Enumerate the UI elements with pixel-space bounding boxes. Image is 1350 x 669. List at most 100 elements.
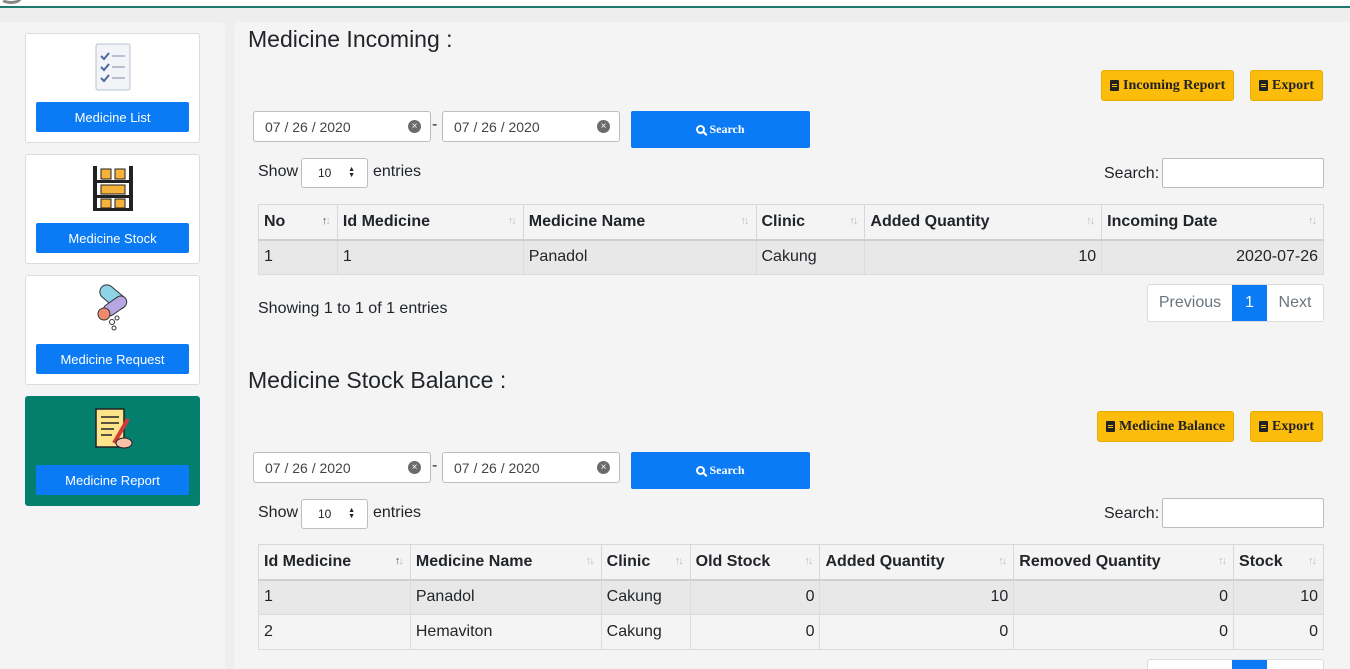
balance-table-search-input[interactable] xyxy=(1162,498,1324,528)
medicine-report-button[interactable]: Medicine Report xyxy=(36,465,189,495)
sidebar-card-medicine-report[interactable]: Medicine Report xyxy=(25,396,200,506)
pills-icon xyxy=(97,284,127,331)
cell-id-medicine: 1 xyxy=(258,579,411,615)
cell-old-stock: 0 xyxy=(689,579,821,615)
clear-icon[interactable]: × xyxy=(408,120,421,133)
pagination-page-1[interactable]: 1 xyxy=(1232,285,1267,321)
cell-medicine-name: Hemaviton xyxy=(409,614,602,650)
show-label: Show xyxy=(258,504,299,521)
balance-search-label: Search xyxy=(709,463,745,477)
pdf-icon xyxy=(1106,421,1115,432)
select-arrows-icon: ▲ ▼ xyxy=(348,507,355,520)
cell-id-medicine: 1 xyxy=(336,239,524,275)
medicine-balance-button[interactable]: Medicine Balance xyxy=(1097,411,1235,442)
column-header-medicine-name[interactable]: Medicine Name ↑↓ xyxy=(409,544,602,581)
cell-id-medicine: 2 xyxy=(258,614,411,650)
table-row: 1 1 Panadol Cakung 10 2020-07-26 xyxy=(258,239,1324,275)
column-header-incoming-date[interactable]: Incoming Date ↑↓ xyxy=(1101,204,1324,241)
cell-no: 1 xyxy=(258,239,338,275)
sort-icon: ↑↓ xyxy=(1218,555,1227,567)
table-header-row: No ↑↓ Id Medicine ↑↓ Medicine Name ↑↓ Clini… xyxy=(258,204,1324,241)
logo-icon xyxy=(0,0,22,4)
show-label: Show xyxy=(258,163,299,180)
medicine-stock-button[interactable]: Medicine Stock xyxy=(36,223,189,253)
clear-icon[interactable]: × xyxy=(597,120,610,133)
balance-entries-select[interactable]: 10 ▲ ▼ xyxy=(301,499,368,529)
sidebar-card-medicine-stock[interactable]: Medicine Stock xyxy=(25,154,200,264)
cell-stock: 10 xyxy=(1233,579,1324,615)
balance-date-from-input[interactable]: 07 / 26 / 2020 × xyxy=(253,452,431,483)
incoming-export-label: Export xyxy=(1272,77,1314,93)
incoming-search-button[interactable]: Search xyxy=(631,111,810,148)
medicine-list-button[interactable]: Medicine List xyxy=(36,102,189,132)
sort-icon: ↑↓ xyxy=(1308,215,1317,227)
balance-date-to-input[interactable]: 07 / 26 / 2020 × xyxy=(442,452,620,483)
sort-icon: ↑↓ xyxy=(321,215,331,227)
column-header-clinic[interactable]: Clinic ↑↓ xyxy=(755,204,866,241)
pagination-previous[interactable] xyxy=(1148,660,1232,669)
cell-removed-quantity: 0 xyxy=(1013,614,1235,650)
balance-search-label-text: Search: xyxy=(1104,505,1160,522)
entries-label: entries xyxy=(373,163,422,180)
cell-removed-quantity: 0 xyxy=(1013,579,1235,615)
clear-icon[interactable]: × xyxy=(408,461,421,474)
incoming-table-search-input[interactable] xyxy=(1162,158,1324,188)
incoming-pagination: Previous 1 Next xyxy=(1147,284,1324,322)
pagination-previous[interactable]: Previous xyxy=(1148,285,1232,321)
sort-icon: ↑↓ xyxy=(849,215,858,227)
column-header-added-quantity[interactable]: Added Quantity ↑↓ xyxy=(819,544,1015,581)
incoming-date-to-input[interactable]: 07 / 26 / 2020 × xyxy=(442,111,620,142)
pagination-next[interactable]: Next xyxy=(1267,285,1323,321)
cell-medicine-name: Panadol xyxy=(409,579,602,615)
cell-old-stock: 0 xyxy=(689,614,821,650)
sort-icon: ↑↓ xyxy=(998,555,1007,567)
medicine-request-button[interactable]: Medicine Request xyxy=(36,344,189,374)
sort-icon: ↑↓ xyxy=(1086,215,1095,227)
column-header-stock[interactable]: Stock ↑↓ xyxy=(1233,544,1324,581)
incoming-date-from-input[interactable]: 07 / 26 / 2020 × xyxy=(253,111,431,142)
balance-entries-value: 10 xyxy=(318,507,332,521)
column-header-added-quantity[interactable]: Added Quantity ↑↓ xyxy=(864,204,1103,241)
incoming-date-from-value: 07 / 26 / 2020 xyxy=(265,118,351,135)
cell-added-quantity: 10 xyxy=(819,579,1015,615)
incoming-date-to-value: 07 / 26 / 2020 xyxy=(454,118,540,135)
column-header-clinic[interactable]: Clinic ↑↓ xyxy=(600,544,691,581)
cell-added-quantity: 0 xyxy=(819,614,1015,650)
balance-table: Id Medicine ↑↓ Medicine Name ↑↓ Clinic ↑↓ O… xyxy=(258,544,1324,650)
column-header-id-medicine[interactable]: Id Medicine ↑↓ xyxy=(336,204,524,241)
report-icon xyxy=(94,408,132,449)
column-header-no[interactable]: No ↑↓ xyxy=(258,204,338,241)
pagination-next[interactable] xyxy=(1267,660,1323,669)
column-header-old-stock[interactable]: Old Stock ↑↓ xyxy=(689,544,821,581)
cell-stock: 0 xyxy=(1233,614,1324,650)
column-header-removed-quantity[interactable]: Removed Quantity ↑↓ xyxy=(1013,544,1235,581)
balance-export-button[interactable]: Export xyxy=(1250,411,1323,442)
date-range-separator: - xyxy=(432,116,438,133)
balance-search-button[interactable]: Search xyxy=(631,452,810,489)
column-header-id-medicine[interactable]: Id Medicine ↑↓ xyxy=(258,544,411,581)
incoming-export-button[interactable]: Export xyxy=(1250,70,1323,101)
sort-icon: ↑↓ xyxy=(740,215,750,227)
sidebar-card-medicine-request[interactable]: Medicine Request xyxy=(25,275,200,385)
sidebar: Medicine List Medicine Stock Medicine Re… xyxy=(0,22,225,669)
incoming-report-button[interactable]: Incoming Report xyxy=(1101,70,1235,101)
sort-icon: ↑↓ xyxy=(674,555,684,567)
pdf-icon xyxy=(1110,80,1119,91)
select-arrows-icon: ▲ ▼ xyxy=(348,166,355,179)
sort-icon: ↑↓ xyxy=(1308,555,1317,567)
table-row: 2 Hemaviton Cakung 0 0 0 0 xyxy=(258,614,1324,650)
balance-date-to-value: 07 / 26 / 2020 xyxy=(454,459,540,476)
shelf-icon xyxy=(92,166,133,211)
sidebar-card-medicine-list[interactable]: Medicine List xyxy=(25,33,200,143)
column-header-medicine-name[interactable]: Medicine Name ↑↓ xyxy=(522,204,757,241)
balance-pagination xyxy=(1147,659,1324,669)
balance-export-label: Export xyxy=(1272,418,1314,434)
incoming-entries-select[interactable]: 10 ▲ ▼ xyxy=(301,158,368,188)
incoming-search-label: Search xyxy=(709,122,745,136)
cell-clinic: Cakung xyxy=(600,614,691,650)
cell-incoming-date: 2020-07-26 xyxy=(1101,239,1324,275)
pagination-page-1[interactable] xyxy=(1232,660,1267,669)
cell-clinic: Cakung xyxy=(755,239,866,275)
clear-icon[interactable]: × xyxy=(597,461,610,474)
sort-icon: ↑↓ xyxy=(507,215,517,227)
